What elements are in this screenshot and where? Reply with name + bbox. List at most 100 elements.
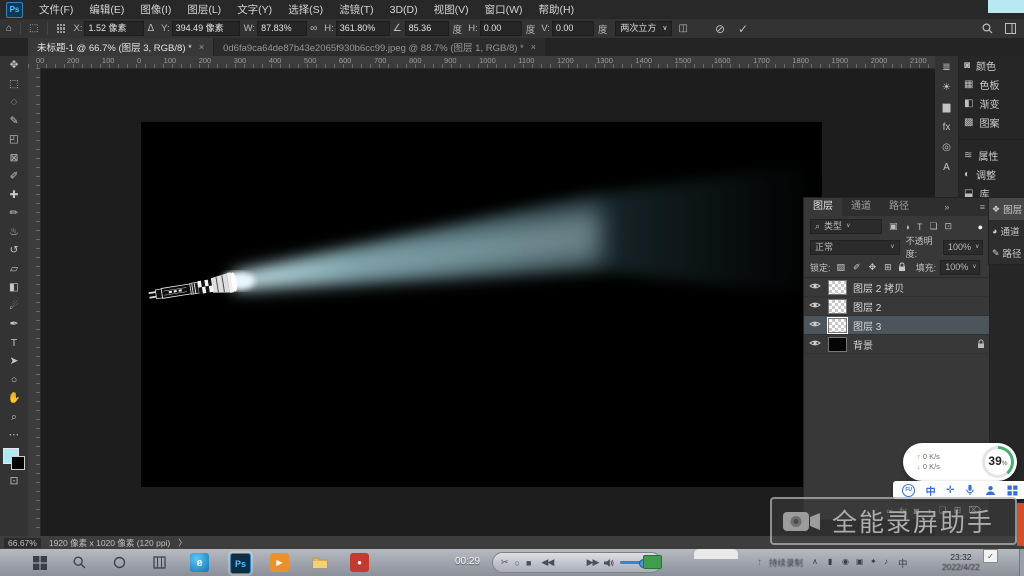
panel-icon[interactable]: ☀ xyxy=(942,82,951,93)
background-color-swatch[interactable] xyxy=(11,456,25,470)
tool-preset-icon[interactable]: ⬚ xyxy=(29,23,38,34)
microphone-icon[interactable] xyxy=(965,484,975,496)
layer-row[interactable]: 图层 2 拷贝 xyxy=(804,278,989,297)
tool-button[interactable]: ○ xyxy=(0,371,28,390)
document-tab-active[interactable]: 未标题-1 @ 66.7% (图层 3, RGB/8) * × xyxy=(28,38,213,56)
commit-transform-button[interactable]: ✓ xyxy=(738,22,748,36)
tool-button[interactable]: ▱ xyxy=(0,260,28,279)
ime-toggle-icon[interactable]: 中 xyxy=(926,483,936,498)
menu-item[interactable]: 图像(I) xyxy=(132,4,179,16)
home-icon[interactable]: ⌂ xyxy=(6,23,12,34)
tool-button[interactable]: ◰ xyxy=(0,130,28,149)
cortana-icon[interactable] xyxy=(110,553,129,572)
apps-grid-icon[interactable] xyxy=(1007,485,1018,496)
panel-menu-icon[interactable]: ≡ xyxy=(976,198,989,216)
layer-thumbnail[interactable] xyxy=(828,280,847,295)
h-skew-input[interactable]: 0.00 xyxy=(480,21,522,36)
search-icon[interactable] xyxy=(982,23,993,34)
record-icon[interactable]: ○ xyxy=(515,558,520,568)
show-desktop-button[interactable] xyxy=(1019,549,1024,576)
speaker-icon[interactable] xyxy=(604,558,614,568)
document-tab-inactive[interactable]: 0d6fa9ca64de87b43e2065f930b6cc99.jpeg @ … xyxy=(213,38,545,56)
tool-button[interactable]: ✐ xyxy=(0,167,28,186)
menu-item[interactable]: 选择(S) xyxy=(280,4,331,16)
hidden-icons-chevron[interactable]: ∧ xyxy=(812,557,818,566)
h-input[interactable]: 361.80% xyxy=(336,21,390,36)
panel-button[interactable]: ◐ 调整 xyxy=(958,165,1024,184)
tool-button[interactable]: ✚ xyxy=(0,186,28,205)
interpolation-select[interactable]: 两次立方 ∨ xyxy=(615,21,672,36)
tool-button[interactable]: ✥ xyxy=(0,56,28,75)
panel-icon[interactable]: fx xyxy=(943,122,951,133)
close-icon[interactable]: × xyxy=(199,42,204,52)
tool-button[interactable]: ✏ xyxy=(0,204,28,223)
layer-thumbnail[interactable] xyxy=(828,299,847,314)
ime-indicator[interactable]: 中 xyxy=(898,556,908,570)
filter-pixel-icon[interactable]: ▣ xyxy=(889,221,898,232)
collapse-panel-icon[interactable]: » xyxy=(940,198,953,216)
lock-position-icon[interactable]: ✥ xyxy=(869,262,877,273)
fill-input[interactable]: 100% ∨ xyxy=(940,260,980,275)
tool-button[interactable]: ◧ xyxy=(0,278,28,297)
menu-item[interactable]: 帮助(H) xyxy=(531,4,583,16)
quick-mask-icon[interactable]: ⊡ xyxy=(0,472,28,491)
panel-icon[interactable]: ◎ xyxy=(942,142,951,153)
workspace-icon[interactable] xyxy=(1005,23,1016,34)
tray-icon[interactable]: ◉ xyxy=(842,557,849,566)
layer-filter-input[interactable]: ⌕ 类型 ∨ xyxy=(810,219,882,234)
status-chevron-icon[interactable]: 〉 xyxy=(178,537,187,549)
tool-button[interactable]: ↺ xyxy=(0,241,28,260)
close-icon[interactable]: × xyxy=(531,42,536,52)
tab-paths[interactable]: 路径 xyxy=(880,198,918,216)
tool-button[interactable]: ✒ xyxy=(0,315,28,334)
link-dimensions-icon[interactable]: ∞ xyxy=(310,23,317,34)
webcam-person-icon[interactable] xyxy=(985,485,996,496)
tab-channels[interactable]: 通道 xyxy=(842,198,880,216)
edge-browser-icon[interactable]: e xyxy=(190,553,209,572)
layer-row-selected[interactable]: 图层 3 xyxy=(804,316,989,335)
tray-icon[interactable]: ▣ xyxy=(856,557,864,566)
panel-button[interactable]: ≋ 属性 xyxy=(958,146,1024,165)
fast-forward-button[interactable]: ▶▶ xyxy=(587,557,599,568)
warp-mode-icon[interactable]: ◫ xyxy=(678,23,687,34)
visibility-eye-icon[interactable] xyxy=(808,320,822,331)
menu-item[interactable]: 滤镜(T) xyxy=(331,4,381,16)
reference-point-icon[interactable] xyxy=(57,24,66,33)
v-skew-input[interactable]: 0.00 xyxy=(552,21,594,36)
tool-button[interactable]: ☄ xyxy=(0,297,28,316)
relative-position-icon[interactable]: Δ xyxy=(147,23,154,34)
menu-item[interactable]: 图层(L) xyxy=(179,4,229,16)
lock-transparent-icon[interactable]: ▨ xyxy=(837,262,846,273)
recorder-logo-icon[interactable]: FU xyxy=(902,484,915,497)
canvas-document[interactable] xyxy=(141,122,822,487)
layer-row[interactable]: 背景 xyxy=(804,335,989,354)
angle-input[interactable]: 85.36 xyxy=(405,21,449,36)
menu-item[interactable]: 3D(D) xyxy=(382,4,426,16)
cancel-transform-button[interactable]: ⊘ xyxy=(715,22,725,36)
blend-mode-select[interactable]: 正常 ∨ xyxy=(810,240,900,255)
side-tab-layers[interactable]: ❖ 图层 xyxy=(989,198,1024,220)
red-app-icon[interactable]: ● xyxy=(350,553,369,572)
media-app-icon[interactable]: ▶ xyxy=(270,553,289,572)
rewind-button[interactable]: ◀◀ xyxy=(541,557,553,568)
visibility-eye-icon[interactable] xyxy=(808,339,822,350)
tool-button[interactable]: ✋ xyxy=(0,389,28,408)
tool-button[interactable]: T xyxy=(0,334,28,353)
y-input[interactable]: 394.49 像素 xyxy=(172,21,240,36)
tray-clock[interactable]: 23:32 2022/4/22 xyxy=(942,552,980,572)
tray-icon[interactable]: ▮ xyxy=(828,557,832,566)
tool-button[interactable]: ⌕ xyxy=(0,408,28,427)
menu-item[interactable]: 文字(Y) xyxy=(229,4,280,16)
filter-adjustment-icon[interactable]: ◑ xyxy=(905,222,910,232)
tool-button[interactable]: ✎ xyxy=(0,112,28,131)
tool-button[interactable]: ◌ xyxy=(0,93,28,112)
tab-layers[interactable]: 图层 xyxy=(804,198,842,216)
panel-icon[interactable]: ≣ xyxy=(942,62,950,73)
tool-button[interactable]: ⬚ xyxy=(0,75,28,94)
panel-button[interactable]: ▦ 色板 xyxy=(958,75,1024,94)
clip-icon[interactable]: ✂ xyxy=(501,557,509,568)
menu-item[interactable]: 文件(F) xyxy=(31,4,81,16)
tool-button[interactable]: ♨ xyxy=(0,223,28,242)
tray-icon[interactable]: ♪ xyxy=(884,557,888,566)
lock-artboard-icon[interactable]: ⊞ xyxy=(884,262,892,273)
